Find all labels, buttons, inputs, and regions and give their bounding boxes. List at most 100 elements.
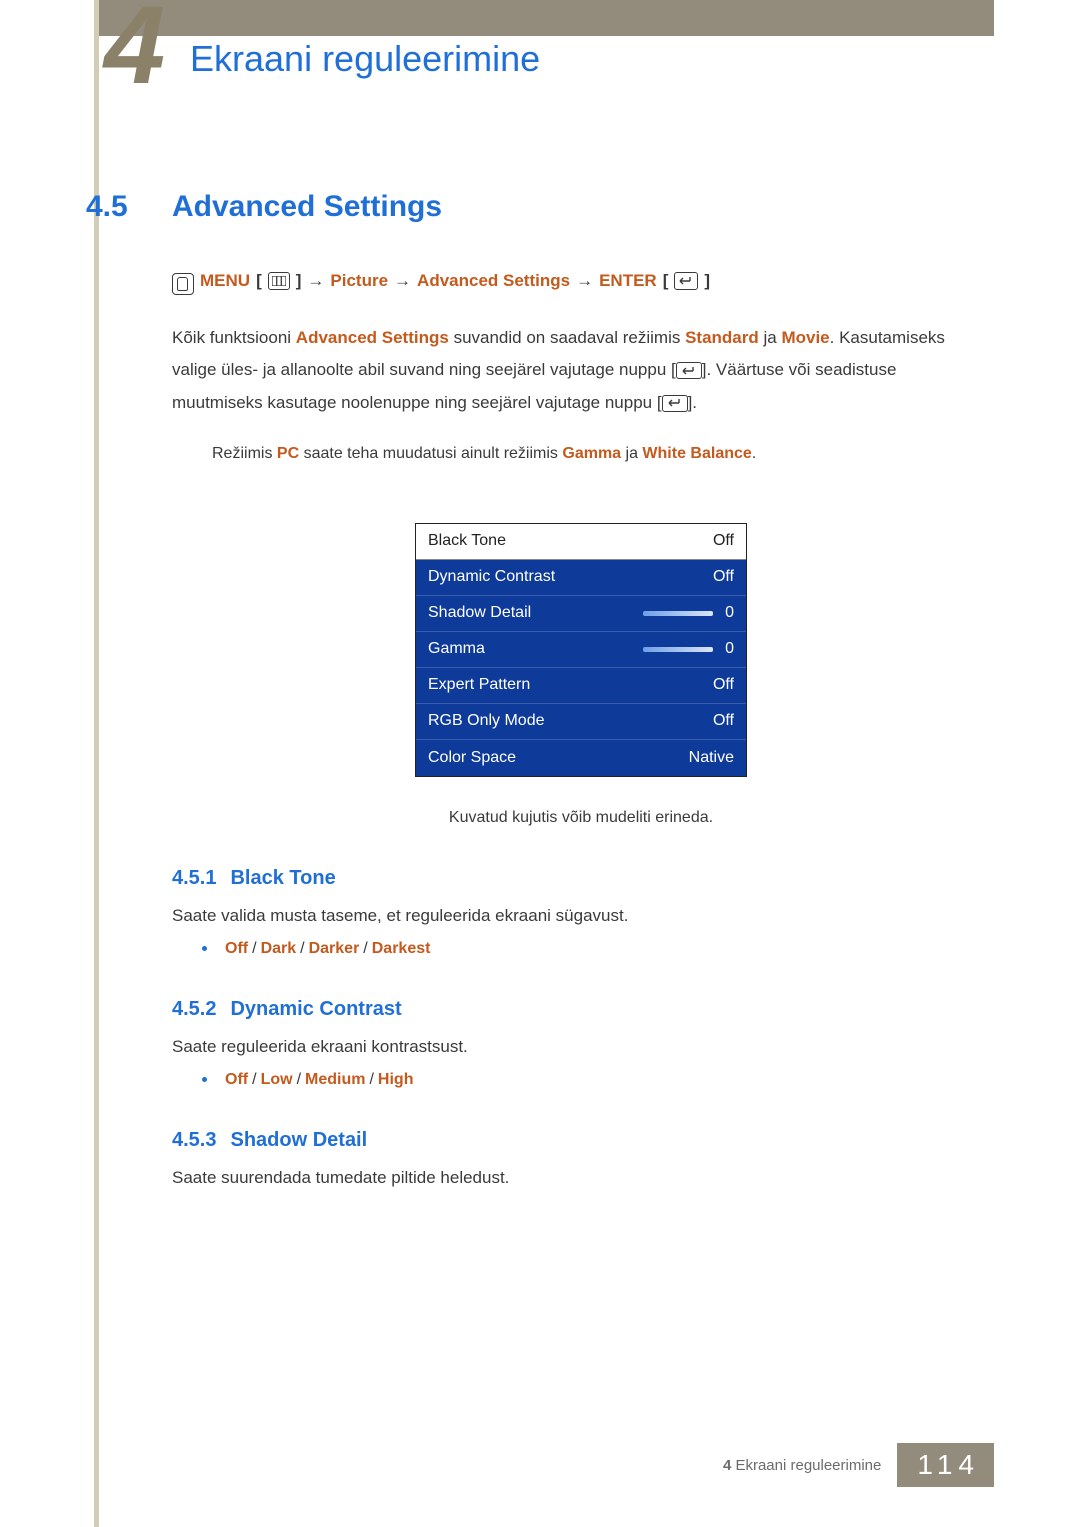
separator: / — [293, 1071, 305, 1088]
arrow-icon: → — [307, 271, 324, 291]
slider-bar[interactable] — [643, 611, 713, 616]
separator: / — [296, 940, 308, 957]
menu-row-value: Off — [713, 676, 734, 694]
option-value: High — [378, 1071, 414, 1088]
menu-row[interactable]: Expert Pattern Off — [416, 668, 746, 704]
menu-row[interactable]: Shadow Detail 0 — [416, 596, 746, 632]
enter-icon — [662, 395, 688, 412]
footer-chapter-title: Ekraani reguleerimine — [735, 1457, 881, 1474]
subsection-title: Shadow Detail — [230, 1129, 367, 1152]
option-value: Medium — [305, 1071, 365, 1088]
option-value: Darkest — [372, 940, 431, 957]
footer-chapter-num: 4 — [723, 1457, 731, 1474]
subsection-body: Saate suurendada tumedate piltide heledu… — [172, 1168, 990, 1188]
text: Režiimis — [212, 445, 277, 462]
menu-row-label: RGB Only Mode — [428, 712, 544, 730]
text: ]. — [688, 393, 697, 412]
hl-text: Movie — [781, 328, 829, 347]
section-number: 4.5 — [86, 190, 172, 224]
text: suvandid on saadaval režiimis — [449, 328, 685, 347]
menu-row-value: 0 — [725, 604, 734, 622]
menu-row[interactable]: Gamma 0 — [416, 632, 746, 668]
menu-path-bracket: ] — [296, 271, 302, 291]
page-number: 114 — [897, 1443, 994, 1487]
option-value: Off — [225, 940, 248, 957]
option-value: Off — [225, 1071, 248, 1088]
subsection-heading: 4.5.2 Dynamic Contrast — [172, 998, 990, 1021]
hand-icon — [172, 273, 194, 295]
menu-row-value: Off — [713, 712, 734, 730]
menu-row[interactable]: RGB Only Mode Off — [416, 704, 746, 740]
body-block: MENU [ ] → Picture → Advanced Settings →… — [172, 270, 990, 1188]
option-value: Dark — [261, 940, 297, 957]
subsection-body: Saate valida musta taseme, et reguleerid… — [172, 906, 990, 926]
options-line: Off/Low/Medium/High — [202, 1071, 990, 1089]
options-line: Off/Dark/Darker/Darkest — [202, 940, 990, 958]
menu-path-picture: Picture — [330, 271, 388, 291]
separator: / — [248, 940, 260, 957]
paragraph-1: Kõik funktsiooni Advanced Settings suvan… — [172, 322, 990, 419]
hl-text: Gamma — [562, 445, 621, 462]
subsection-number: 4.5.1 — [172, 867, 216, 890]
subsection-title: Black Tone — [230, 867, 335, 890]
arrow-icon: → — [394, 271, 411, 291]
hl-text: PC — [277, 445, 299, 462]
menu-path-bracket: ] — [704, 271, 710, 291]
subsection-body: Saate reguleerida ekraani kontrastsust. — [172, 1037, 990, 1057]
section-title: Advanced Settings — [172, 190, 442, 224]
hl-text: Advanced Settings — [296, 328, 449, 347]
hl-text: White Balance — [642, 445, 751, 462]
separator: / — [365, 1071, 377, 1088]
menu-row[interactable]: Color SpaceNative — [416, 740, 746, 776]
menu-row-value: 0 — [725, 640, 734, 658]
enter-icon — [674, 272, 698, 290]
footer: 4 Ekraani reguleerimine 114 — [723, 1443, 994, 1487]
top-bar — [99, 0, 994, 36]
text: Kõik funktsiooni — [172, 328, 296, 347]
subsection-number: 4.5.2 — [172, 998, 216, 1021]
subsection: 4.5.3 Shadow Detail Saate suurendada tumed… — [172, 1129, 990, 1188]
menu-row-value: Native — [689, 749, 734, 767]
subsection: 4.5.2 Dynamic Contrast Saate reguleerida e… — [172, 998, 990, 1089]
text: ja — [759, 328, 782, 347]
subsection-heading: 4.5.1 Black Tone — [172, 867, 990, 890]
menu-path-adv: Advanced Settings — [417, 271, 570, 291]
text: ja — [621, 445, 642, 462]
section-heading: 4.5 Advanced Settings — [86, 190, 990, 224]
menu-row[interactable]: Dynamic Contrast Off — [416, 560, 746, 596]
note: Režiimis PC saate teha muudatusi ainult … — [212, 445, 990, 463]
menu-path-bracket: [ — [663, 271, 669, 291]
subsection-heading: 4.5.3 Shadow Detail — [172, 1129, 990, 1152]
menu-row-label: Shadow Detail — [428, 604, 531, 622]
subsection-number: 4.5.3 — [172, 1129, 216, 1152]
bullet-icon — [202, 1077, 207, 1082]
options-text: Off/Low/Medium/High — [225, 1071, 413, 1089]
menu-row-label: Expert Pattern — [428, 676, 530, 694]
separator: / — [359, 940, 371, 957]
menu-path-bracket: [ — [256, 271, 262, 291]
option-value: Darker — [309, 940, 360, 957]
footer-label: 4 Ekraani reguleerimine — [723, 1457, 881, 1474]
slider-bar[interactable] — [643, 647, 713, 652]
menu-path-menu: MENU — [200, 271, 250, 291]
content-area: 4.5 Advanced Settings MENU [ ] → Picture… — [86, 190, 990, 1202]
menu-row-label: Dynamic Contrast — [428, 568, 555, 586]
menu-row-label: Gamma — [428, 640, 485, 658]
subsection: 4.5.1 Black Tone Saate valida musta taseme… — [172, 867, 990, 958]
menu-row[interactable]: Black Tone Off — [416, 524, 746, 560]
menu-grid-icon — [268, 272, 290, 290]
menu-row-label: Black Tone — [428, 532, 506, 550]
text: saate teha muudatusi ainult režiimis — [299, 445, 562, 462]
arrow-icon: → — [576, 271, 593, 291]
options-text: Off/Dark/Darker/Darkest — [225, 940, 430, 958]
option-value: Low — [261, 1071, 293, 1088]
menu-row-value: Off — [713, 568, 734, 586]
subsection-title: Dynamic Contrast — [230, 998, 401, 1021]
hl-text: Standard — [685, 328, 759, 347]
chapter-number: 4 — [104, 0, 165, 109]
enter-icon — [676, 362, 702, 379]
menu-row-value: Off — [713, 532, 734, 550]
panel-caption: Kuvatud kujutis võib mudeliti erineda. — [172, 809, 990, 827]
settings-menu-panel: Black Tone Off Dynamic Contrast Off Shadow D… — [415, 523, 747, 777]
menu-path-enter: ENTER — [599, 271, 657, 291]
